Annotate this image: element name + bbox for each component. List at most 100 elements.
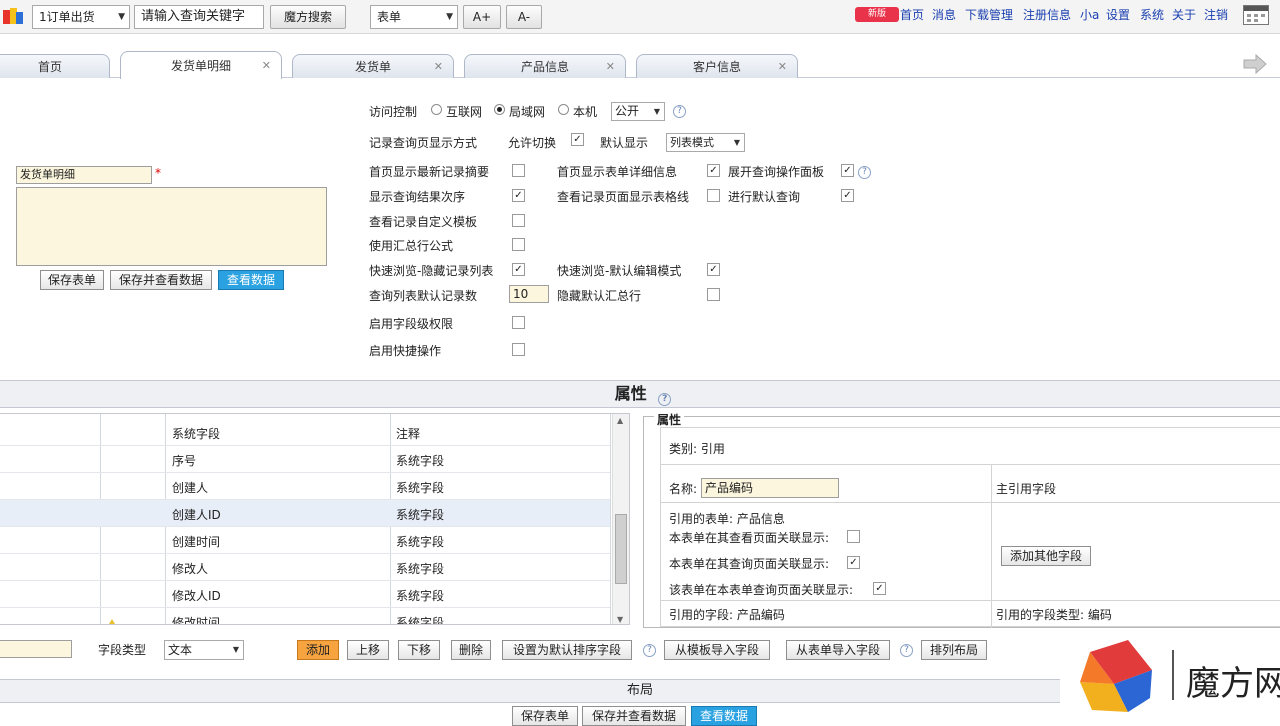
top-link-messages[interactable]: 消息 <box>932 6 956 23</box>
opt-hide-list-checkbox[interactable]: ✓ <box>512 263 525 276</box>
help-icon[interactable]: ? <box>900 644 913 657</box>
delete-button[interactable]: 删除 <box>451 640 491 660</box>
search-input[interactable]: 请输入查询关键字 <box>134 5 264 29</box>
default-count-input[interactable]: 10 <box>509 285 549 303</box>
top-link-downloads[interactable]: 下载管理 <box>965 6 1013 23</box>
help-icon[interactable]: ? <box>643 644 656 657</box>
opt-table-lines-checkbox[interactable] <box>707 189 720 202</box>
tab-label: 首页 <box>37 60 62 74</box>
move-down-button[interactable]: 下移 <box>398 640 440 660</box>
close-icon[interactable]: ✕ <box>434 55 443 79</box>
bottom-save-and-view-button[interactable]: 保存并查看数据 <box>582 706 686 726</box>
font-decrease-button[interactable]: A- <box>506 5 542 29</box>
property-name-input[interactable]: 产品编码 <box>701 478 839 498</box>
new-version-badge[interactable]: 新版 <box>855 7 899 22</box>
opt-custom-template-checkbox[interactable] <box>512 214 525 227</box>
radio-internet[interactable] <box>431 104 442 115</box>
module-select[interactable]: 1订单出货 ▼ <box>32 5 130 29</box>
view-data-button[interactable]: 查看数据 <box>218 270 284 290</box>
import-from-template-button[interactable]: 从模板导入字段 <box>664 640 770 660</box>
default-display-select[interactable]: 列表模式 ▼ <box>666 133 745 152</box>
table-row[interactable]: 创建人 系统字段 <box>0 473 610 500</box>
opt-expand-panel-checkbox[interactable]: ✓ <box>841 164 854 177</box>
opt-home-summary-checkbox[interactable] <box>512 164 525 177</box>
opt-view-page-checkbox[interactable] <box>847 530 860 543</box>
save-form-button[interactable]: 保存表单 <box>40 270 104 290</box>
table-row[interactable]: 系统字段 注释 <box>0 419 610 446</box>
opt-edit-mode-checkbox[interactable]: ✓ <box>707 263 720 276</box>
top-link-system[interactable]: 系统 <box>1140 6 1164 23</box>
table-row[interactable]: 修改人ID 系统字段 <box>0 581 610 608</box>
field-note-cell: 系统字段 <box>396 481 445 495</box>
add-other-field-button[interactable]: 添加其他字段 <box>1001 546 1091 566</box>
bottom-save-form-button[interactable]: 保存表单 <box>512 706 578 726</box>
required-mark: * <box>155 166 161 180</box>
form-title-input[interactable]: 发货单明细 <box>16 166 152 184</box>
font-increase-button[interactable]: A+ <box>463 5 501 29</box>
field-type-select[interactable]: 文本 ▼ <box>164 640 244 660</box>
field-note-cell: 系统字段 <box>396 589 445 603</box>
opt-field-permission-checkbox[interactable] <box>512 316 525 329</box>
set-default-sort-button[interactable]: 设置为默认排序字段 <box>502 640 632 660</box>
radio-internet-label: 互联网 <box>446 105 483 119</box>
scroll-down-icon[interactable]: ▼ <box>617 615 623 624</box>
table-row[interactable]: 修改人 系统字段 <box>0 554 610 581</box>
scroll-thumb[interactable] <box>615 514 627 584</box>
add-field-button[interactable]: 添加 <box>297 640 339 660</box>
field-note-cell: 系统字段 <box>396 454 445 468</box>
bottom-view-data-button[interactable]: 查看数据 <box>691 706 757 726</box>
move-up-button[interactable]: 上移 <box>347 640 389 660</box>
help-icon[interactable]: ? <box>673 105 686 118</box>
close-icon[interactable]: ✕ <box>778 55 787 79</box>
form-description-textarea[interactable] <box>16 187 327 266</box>
scroll-up-icon[interactable]: ▲ <box>617 416 623 425</box>
calendar-icon[interactable] <box>1243 5 1269 25</box>
opt-default-query-checkbox[interactable]: ✓ <box>841 189 854 202</box>
opt-edit-mode-label: 快速浏览-默认编辑模式 <box>557 264 682 278</box>
opt-query-page-checkbox[interactable]: ✓ <box>847 556 860 569</box>
type-select[interactable]: 表单 ▼ <box>370 5 458 29</box>
help-icon[interactable]: ? <box>858 166 871 179</box>
allow-switch-checkbox[interactable]: ✓ <box>571 133 584 146</box>
arrow-right-icon[interactable] <box>1242 53 1268 75</box>
close-icon[interactable]: ✕ <box>606 55 615 79</box>
top-link-user[interactable]: 小a <box>1080 6 1099 23</box>
table-row-selected[interactable]: 创建人ID 系统字段 <box>0 500 610 527</box>
radio-lan[interactable] <box>494 104 505 115</box>
field-name-input[interactable] <box>0 640 72 658</box>
save-and-view-button[interactable]: 保存并查看数据 <box>110 270 212 290</box>
top-link-logout[interactable]: 注销 <box>1204 6 1228 23</box>
field-name-cell: 创建人ID <box>172 508 221 522</box>
table-row[interactable]: 序号 系统字段 <box>0 446 610 473</box>
tab-label: 发货单明细 <box>170 59 231 73</box>
tab-shipment-detail[interactable]: 发货单明细 ✕ <box>120 51 282 79</box>
tab-product-info[interactable]: 产品信息 ✕ <box>464 54 626 78</box>
tab-strip: 首页 发货单明细 ✕ 发货单 ✕ 产品信息 ✕ 客户信息 ✕ <box>0 34 1280 79</box>
tab-home[interactable]: 首页 <box>0 54 110 78</box>
table-row[interactable]: 修改时间 系统字段 <box>0 608 610 624</box>
close-icon[interactable]: ✕ <box>262 52 271 80</box>
arrange-layout-button[interactable]: 排列布局 <box>921 640 987 660</box>
table-row[interactable]: 创建时间 系统字段 <box>0 527 610 554</box>
top-link-about[interactable]: 关于 <box>1172 6 1196 23</box>
access-level-select[interactable]: 公开 ▼ <box>611 102 665 121</box>
access-control-label: 访问控制 <box>369 105 418 119</box>
opt-this-query-page-checkbox[interactable]: ✓ <box>873 582 886 595</box>
opt-show-order-checkbox[interactable]: ✓ <box>512 189 525 202</box>
top-link-settings[interactable]: 设置 <box>1106 6 1130 23</box>
import-from-form-button[interactable]: 从表单导入字段 <box>786 640 890 660</box>
opt-summary-formula-checkbox[interactable] <box>512 238 525 251</box>
help-icon[interactable]: ? <box>658 393 672 406</box>
property-legend: 属性 <box>654 411 685 428</box>
search-button[interactable]: 魔方搜索 <box>270 5 346 29</box>
tab-shipment[interactable]: 发货单 ✕ <box>292 54 454 78</box>
opt-home-detail-checkbox[interactable]: ✓ <box>707 164 720 177</box>
top-link-registration[interactable]: 注册信息 <box>1023 6 1071 23</box>
opt-hide-summary-checkbox[interactable] <box>707 288 720 301</box>
opt-quick-action-checkbox[interactable] <box>512 343 525 356</box>
opt-query-page-label: 本表单在其查询页面关联显示: <box>669 557 830 571</box>
tab-customer-info[interactable]: 客户信息 ✕ <box>636 54 798 78</box>
top-link-home[interactable]: 首页 <box>900 6 924 23</box>
table-scrollbar[interactable]: ▲ ▼ <box>612 414 629 624</box>
radio-local[interactable] <box>558 104 569 115</box>
